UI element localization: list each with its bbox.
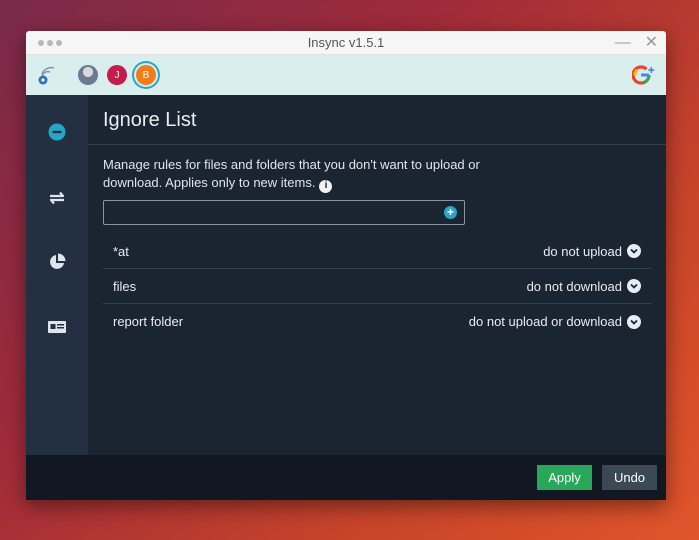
- footer-bar: Apply Undo: [26, 455, 666, 500]
- wifi-sync-icon[interactable]: [38, 65, 56, 85]
- page-title: Ignore List: [103, 109, 197, 131]
- sidebar: [26, 95, 88, 455]
- id-card-icon: [48, 321, 66, 333]
- chevron-down-icon: [627, 244, 641, 258]
- rule-action-dropdown[interactable]: do not upload: [543, 244, 641, 259]
- google-plus-icon[interactable]: [631, 64, 656, 91]
- minus-circle-icon: [48, 123, 66, 141]
- sidebar-item-account[interactable]: [47, 317, 67, 337]
- divider: [88, 144, 666, 145]
- window-dots: [38, 40, 62, 46]
- sidebar-item-sync[interactable]: [47, 188, 67, 208]
- undo-button[interactable]: Undo: [602, 465, 657, 490]
- account-avatar-b[interactable]: B: [136, 65, 156, 85]
- rule-name: *at: [113, 243, 129, 259]
- account-toolbar: J B: [26, 55, 666, 95]
- description: Manage rules for files and folders that …: [103, 156, 523, 193]
- rule-action-dropdown[interactable]: do not upload or download: [469, 314, 641, 329]
- info-icon[interactable]: i: [319, 179, 333, 193]
- rule-action-label: do not download: [526, 278, 622, 294]
- rule-action-label: do not upload: [543, 243, 622, 259]
- rule-row: report folder do not upload or download: [103, 304, 651, 339]
- close-button[interactable]: ✕: [645, 34, 658, 52]
- description-text: Manage rules for files and folders that …: [103, 157, 480, 190]
- sidebar-item-ignore-list[interactable]: [47, 122, 67, 142]
- rule-name: files: [113, 278, 137, 294]
- rules-list: *at do not upload files do not download …: [103, 234, 651, 339]
- rule-action-label: do not upload or download: [468, 314, 622, 329]
- window-title: Insync v1.5.1: [307, 35, 385, 50]
- pie-chart-icon: [50, 253, 66, 269]
- chevron-down-icon: [627, 314, 641, 329]
- rule-action-dropdown[interactable]: do not download: [527, 279, 641, 294]
- minimize-button[interactable]: —: [615, 34, 631, 52]
- add-rule-button[interactable]: +: [444, 206, 457, 219]
- sidebar-item-usage[interactable]: [47, 252, 67, 272]
- title-bar[interactable]: Insync v1.5.1 — ✕: [26, 31, 666, 55]
- rule-row: *at do not upload: [103, 234, 651, 269]
- account-avatar-1[interactable]: [78, 65, 98, 85]
- insync-window: Insync v1.5.1 — ✕ J B Ignore List Manage…: [26, 31, 666, 500]
- rule-row: files do not download: [103, 269, 651, 304]
- apply-button[interactable]: Apply: [537, 465, 592, 490]
- ignore-list-panel: Ignore List Manage rules for files and f…: [88, 95, 666, 455]
- rule-name: report folder: [113, 314, 184, 329]
- sync-icon: [49, 191, 65, 205]
- rule-input[interactable]: [104, 201, 434, 224]
- chevron-down-icon: [627, 279, 641, 293]
- rule-input-box: +: [103, 200, 465, 225]
- account-avatar-j[interactable]: J: [107, 65, 127, 85]
